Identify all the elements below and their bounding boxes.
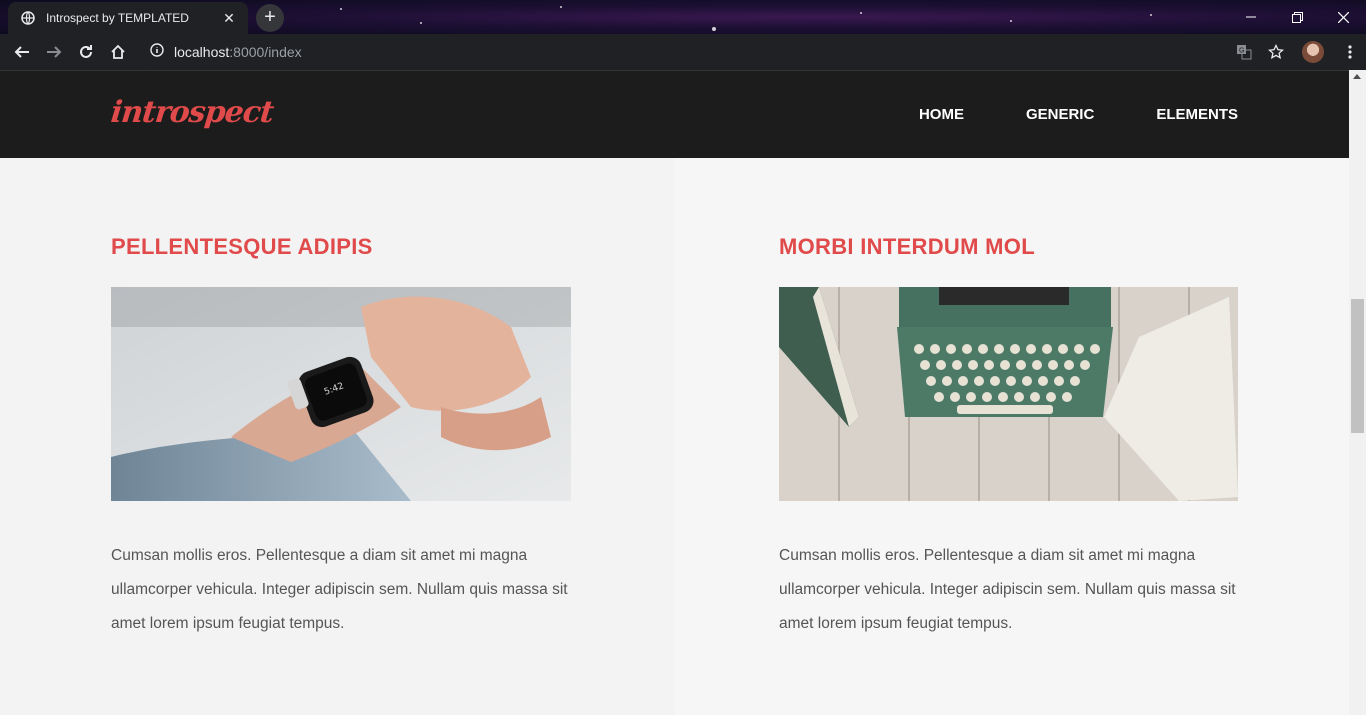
feature-title: PELLENTESQUE ADIPIS	[111, 234, 373, 259]
close-tab-icon[interactable]: ✕	[220, 10, 238, 27]
close-window-icon[interactable]	[1320, 0, 1366, 34]
nav-generic[interactable]: GENERIC	[1026, 106, 1094, 123]
globe-icon	[20, 10, 36, 26]
feature-title: MORBI INTERDUM MOL	[779, 234, 1035, 259]
scrollbar-thumb[interactable]	[1351, 299, 1364, 433]
url-path: :8000/index	[229, 44, 302, 60]
typewriter-image	[779, 287, 1238, 501]
info-icon[interactable]	[150, 42, 164, 62]
scroll-up-arrow-icon[interactable]	[1353, 74, 1361, 79]
decor-star	[420, 22, 422, 24]
browser-toolbar: localhost:8000/index G	[0, 34, 1366, 70]
site-header: introspect HOME GENERIC ELEMENTS	[0, 70, 1349, 158]
page-scrollbar[interactable]	[1349, 70, 1366, 715]
toolbar-actions: G	[1228, 34, 1366, 70]
smartwatch-image: 5:42	[111, 287, 571, 501]
nav-elements[interactable]: ELEMENTS	[1156, 106, 1238, 123]
feature-card: PELLENTESQUE ADIPIS 5:42 Cumsan mollis e…	[0, 158, 674, 715]
profile-avatar[interactable]	[1302, 41, 1324, 63]
new-tab-button[interactable]: +	[256, 4, 284, 32]
minimize-icon[interactable]	[1228, 0, 1274, 34]
window-controls	[1228, 0, 1366, 34]
back-arrow-icon[interactable]	[6, 36, 38, 68]
svg-text:G: G	[1239, 48, 1244, 55]
decor-star	[560, 6, 562, 8]
translate-icon[interactable]: G	[1228, 36, 1260, 68]
feature-card: MORBI INTERDUM MOL Cumsan mollis eros. P…	[674, 158, 1349, 715]
decor-star	[1150, 14, 1152, 16]
browser-titlebar: Introspect by TEMPLATED ✕ +	[0, 0, 1366, 34]
reload-icon[interactable]	[70, 36, 102, 68]
browser-tab[interactable]: Introspect by TEMPLATED ✕	[8, 2, 248, 34]
decor-star	[340, 8, 342, 10]
url-host: localhost	[174, 44, 230, 60]
restore-icon[interactable]	[1274, 0, 1320, 34]
feature-text: Cumsan mollis eros. Pellentesque a diam …	[779, 547, 1236, 632]
menu-kebab-icon[interactable]	[1334, 36, 1366, 68]
page-viewport: introspect HOME GENERIC ELEMENTS PELLENT…	[0, 70, 1349, 715]
nav-home[interactable]: HOME	[919, 106, 964, 123]
decor-star	[712, 27, 716, 31]
forward-arrow-icon[interactable]	[38, 36, 70, 68]
home-icon[interactable]	[102, 36, 134, 68]
main-nav: HOME GENERIC ELEMENTS	[857, 106, 1238, 123]
tab-title: Introspect by TEMPLATED	[46, 11, 189, 25]
address-bar[interactable]: localhost:8000/index	[140, 38, 1260, 66]
feature-text: Cumsan mollis eros. Pellentesque a diam …	[111, 547, 568, 632]
decor-star	[1010, 20, 1012, 22]
decor-star	[860, 12, 862, 14]
bookmark-star-icon[interactable]	[1260, 36, 1292, 68]
site-logo[interactable]: introspect	[109, 95, 275, 130]
